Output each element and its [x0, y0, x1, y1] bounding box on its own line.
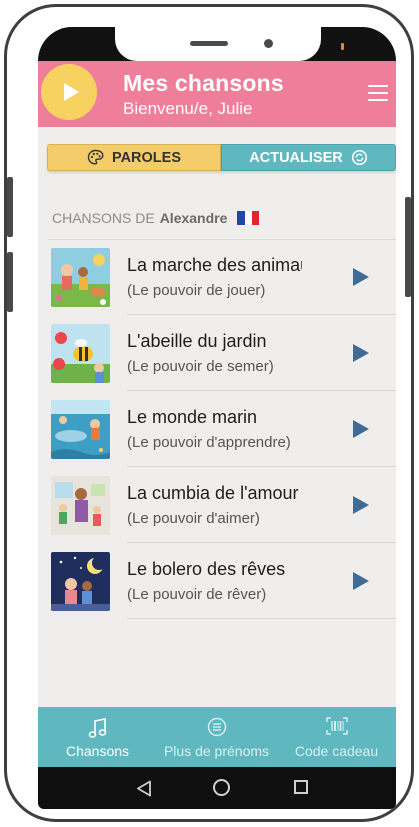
app-header: Mes chansons Bienvenu/e, Julie	[38, 61, 396, 127]
back-icon[interactable]	[136, 780, 152, 797]
section-prefix: CHANSONS DE	[52, 210, 155, 226]
system-navigation-bar	[38, 767, 396, 809]
screen: Mes chansons Bienvenu/e, Julie PAROLES A…	[38, 27, 396, 809]
play-icon[interactable]	[353, 572, 369, 590]
actualiser-button[interactable]: ACTUALISER	[221, 144, 396, 171]
song-subtitle: (Le pouvoir de jouer)	[127, 282, 266, 299]
song-thumbnail-animals	[51, 248, 110, 307]
song-subtitle: (Le pouvoir de rêver)	[127, 586, 267, 603]
song-title: Le bolero des rêves	[127, 559, 286, 579]
recent-apps-icon[interactable]	[294, 780, 308, 794]
play-icon	[64, 83, 79, 101]
song-subtitle: (Le pouvoir d'apprendre)	[127, 434, 291, 451]
song-title: Le monde marin	[127, 407, 258, 427]
actualiser-label: ACTUALISER	[249, 149, 343, 166]
volume-up-button	[7, 177, 13, 237]
nav-label: Plus de prénoms	[163, 743, 270, 759]
song-subtitle: (Le pouvoir de semer)	[127, 358, 274, 375]
phone-frame: Mes chansons Bienvenu/e, Julie PAROLES A…	[4, 4, 414, 822]
hamburger-menu-icon[interactable]	[368, 85, 388, 101]
nav-plus-de-prenoms[interactable]: Plus de prénoms	[157, 707, 276, 767]
song-title: L'abeille du jardin	[127, 331, 267, 351]
nav-code-cadeau[interactable]: Code cadeau	[277, 707, 396, 767]
palette-icon	[87, 149, 104, 165]
play-icon[interactable]	[353, 268, 369, 286]
play-icon[interactable]	[353, 344, 369, 362]
song-title: La marche des animaux	[127, 255, 302, 275]
song-row[interactable]: La cumbia de l'amour (Le pouvoir d'aimer…	[38, 467, 396, 543]
music-note-icon	[88, 718, 106, 738]
nav-chansons[interactable]: Chansons	[38, 707, 157, 767]
action-bar: PAROLES ACTUALISER	[38, 127, 396, 187]
song-thumbnail-dreams	[51, 552, 110, 611]
song-thumbnail-bee	[51, 324, 110, 383]
song-title: La cumbia de l'amour	[127, 483, 299, 503]
welcome-text: Bienvenu/e, Julie	[123, 99, 253, 118]
nav-label: Code cadeau	[294, 743, 379, 759]
song-row[interactable]: L'abeille du jardin (Le pouvoir de semer…	[38, 315, 396, 391]
play-icon[interactable]	[353, 496, 369, 514]
paroles-label: PAROLES	[111, 149, 182, 166]
child-name: Alexandre	[159, 210, 228, 226]
song-thumbnail-sea	[51, 400, 110, 459]
notch	[115, 27, 321, 61]
volume-down-button	[7, 252, 13, 312]
camera-icon	[264, 39, 273, 48]
row-divider	[127, 618, 396, 619]
home-icon[interactable]	[213, 779, 230, 796]
song-row[interactable]: La marche des animaux (Le pouvoir de jou…	[38, 239, 396, 315]
speaker	[190, 41, 228, 46]
list-icon	[207, 717, 226, 737]
bottom-navigation: Chansons Plus de prénoms Code cadeau	[38, 707, 396, 767]
song-row[interactable]: Le bolero des rêves (Le pouvoir de rêver…	[38, 543, 396, 619]
song-thumbnail-cumbia	[51, 476, 110, 535]
song-list: La marche des animaux (Le pouvoir de jou…	[38, 239, 396, 619]
france-flag-icon	[237, 211, 260, 225]
nav-label: Chansons	[65, 743, 130, 759]
section-header: CHANSONS DE Alexandre	[52, 210, 260, 226]
barcode-icon	[325, 717, 348, 735]
battery-icon	[341, 43, 344, 50]
play-icon[interactable]	[353, 420, 369, 438]
song-subtitle: (Le pouvoir d'aimer)	[127, 510, 260, 527]
play-all-button[interactable]	[41, 64, 97, 120]
song-row[interactable]: Le monde marin (Le pouvoir d'apprendre)	[38, 391, 396, 467]
refresh-icon	[351, 149, 367, 166]
page-title: Mes chansons	[123, 70, 284, 96]
power-button	[405, 197, 411, 297]
status-bar	[38, 27, 396, 61]
paroles-button[interactable]: PAROLES	[47, 144, 221, 171]
